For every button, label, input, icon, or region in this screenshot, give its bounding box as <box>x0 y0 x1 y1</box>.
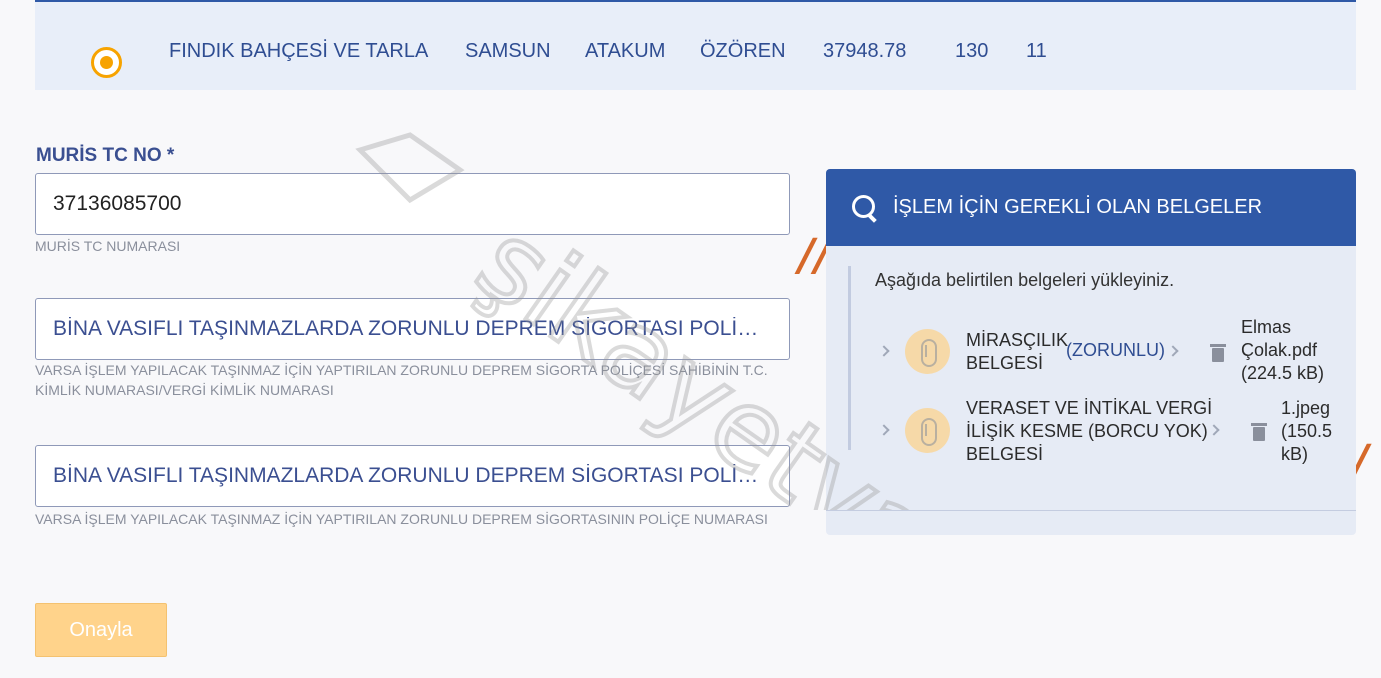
trash-icon[interactable] <box>1210 344 1226 362</box>
file-name: 1.jpeg <box>1281 398 1331 418</box>
document-name-line: VERASET VE İNTİKAL VERGİ <box>966 398 1213 418</box>
file-size: kB) <box>1281 444 1308 464</box>
document-name-line: İLİŞİK KESME (BORCU YOK) <box>966 421 1208 441</box>
property-parcel: 11 <box>1026 40 1047 62</box>
deprem-policy-owner-id-input[interactable]: BİNA VASIFLI TAŞINMAZLARDA ZORUNLU DEPRE… <box>35 298 790 360</box>
file-size: (224.5 kB) <box>1241 363 1325 383</box>
property-radio-selected[interactable] <box>91 47 122 78</box>
file-name: Elmas <box>1241 317 1292 337</box>
deprem-policy-number-input[interactable]: BİNA VASIFLI TAŞINMAZLARDA ZORUNLU DEPRE… <box>35 445 790 507</box>
property-city: SAMSUN <box>465 40 551 62</box>
muris-tc-value: 37136085700 <box>53 192 182 215</box>
chevron-right-icon[interactable] <box>878 345 890 357</box>
required-documents-panel: İŞLEM İÇİN GEREKLİ OLAN BELGELER Aşağıda… <box>826 169 1356 535</box>
panel-divider <box>826 510 1356 511</box>
document-name-line: BELGESİ <box>966 444 1044 464</box>
deprem-policy-number-placeholder: BİNA VASIFLI TAŞINMAZLARDA ZORUNLU DEPRE… <box>53 464 772 487</box>
chevron-right-icon[interactable] <box>878 424 890 436</box>
file-name: Çolak.pdf <box>1241 340 1318 360</box>
deprem-policy-owner-id-placeholder: BİNA VASIFLI TAŞINMAZLARDA ZORUNLU DEPRE… <box>53 317 772 340</box>
documents-body: Aşağıda belirtilen belgeleri yükleyiniz.… <box>826 246 1356 510</box>
required-badge: (ZORUNLU) <box>1066 340 1165 360</box>
paperclip-icon <box>905 408 950 453</box>
property-neighborhood: ÖZÖREN <box>700 40 786 62</box>
selected-property-row[interactable]: FINDIK BAHÇESİ VE TARLA SAMSUN ATAKUM ÖZ… <box>35 0 1356 90</box>
uploaded-file-info: 1.jpeg (150.5 kB) <box>1281 397 1332 466</box>
deprem-policy-number-help: VARSA İŞLEM YAPILACAK TAŞINMAZ İÇİN YAPT… <box>35 511 768 527</box>
property-type: FINDIK BAHÇESİ VE TARLA <box>169 40 429 62</box>
muris-tc-help: MURİS TC NUMARASI <box>35 238 181 254</box>
confirm-button[interactable]: Onayla <box>35 603 167 657</box>
deprem-policy-owner-id-help: VARSA İŞLEM YAPILACAK TAŞINMAZ İÇİN YAPT… <box>35 362 768 398</box>
document-name: MİRASÇILIK BELGESİ <box>966 329 1068 375</box>
property-district: ATAKUM <box>585 40 666 62</box>
paperclip-icon <box>905 329 950 374</box>
file-size: (150.5 <box>1281 421 1333 441</box>
documents-instruction: Aşağıda belirtilen belgeleri yükleyiniz. <box>875 270 1175 290</box>
uploaded-file-info: Elmas Çolak.pdf (224.5 kB) <box>1241 316 1324 385</box>
trash-icon[interactable] <box>1251 423 1267 441</box>
chevron-right-icon[interactable] <box>1167 345 1179 357</box>
property-area: 37948.78 <box>823 40 907 62</box>
documents-title: İŞLEM İÇİN GEREKLİ OLAN BELGELER <box>893 196 1263 218</box>
document-name-line: BELGESİ <box>966 353 1044 373</box>
search-icon <box>851 194 879 222</box>
document-name-line: MİRASÇILIK <box>966 330 1069 350</box>
muris-tc-label: MURİS TC NO * <box>36 145 175 166</box>
property-block: 130 <box>955 40 989 62</box>
document-item[interactable]: MİRASÇILIK BELGESİ (ZORUNLU) Elmas Çolak… <box>826 311 1356 391</box>
document-item[interactable]: VERASET VE İNTİKAL VERGİ İLİŞİK KESME (B… <box>826 392 1356 472</box>
documents-header: İŞLEM İÇİN GEREKLİ OLAN BELGELER <box>826 169 1356 246</box>
muris-tc-input[interactable]: 37136085700 <box>35 173 790 235</box>
document-name: VERASET VE İNTİKAL VERGİ İLİŞİK KESME (B… <box>966 397 1212 466</box>
